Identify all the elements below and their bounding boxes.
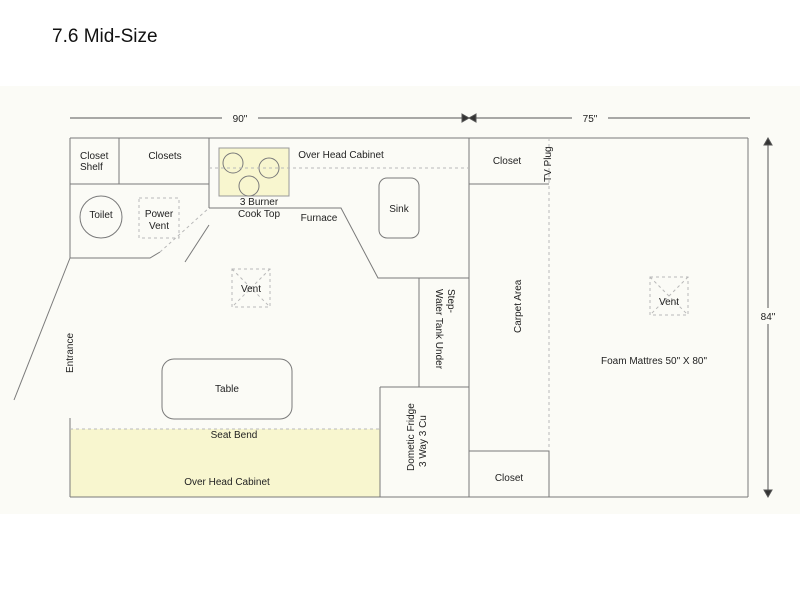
closet-bottom-label: Closet <box>495 473 524 484</box>
entrance-door <box>13 257 71 401</box>
dimension-rear-width: 75" <box>583 114 598 125</box>
cooktop-label: 3 Burner <box>240 197 279 208</box>
seat-bend-label: Seat Bend <box>211 430 258 441</box>
floorplan-diagram: 90" 75" 84" Closet Shelf Closets Over He… <box>13 112 780 499</box>
tv-plug-label: TV Plug <box>543 146 554 182</box>
step-label: Step- <box>445 289 456 313</box>
bath-door <box>184 224 210 263</box>
table-label: Table <box>215 384 239 395</box>
sink-label: Sink <box>389 204 409 215</box>
closet-shelf-label: Shelf <box>80 162 103 173</box>
vent-main-label: Vent <box>241 284 261 295</box>
furnace-label: Furnace <box>301 213 338 224</box>
arrow-icon <box>467 113 477 123</box>
vent-bed-label: Vent <box>659 297 679 308</box>
closets-label: Closets <box>148 151 181 162</box>
entrance-label: Entrance <box>65 333 76 373</box>
step-label: Water Tank Under <box>433 289 444 370</box>
fridge-label: Dometic Fridge <box>406 403 417 471</box>
closet-top-label: Closet <box>493 156 522 167</box>
arrow-icon <box>763 136 773 146</box>
power-vent-label: Vent <box>149 221 169 232</box>
power-vent-label: Power <box>145 209 174 220</box>
foam-mattress-label: Foam Mattres 50" X 80" <box>601 356 707 367</box>
closet-shelf-label: Closet <box>80 151 109 162</box>
arrow-icon <box>763 489 773 499</box>
cooktop-label: Cook Top <box>238 209 281 220</box>
dimension-length: 84" <box>761 312 776 323</box>
overhead-cabinet-top-label: Over Head Cabinet <box>298 150 384 161</box>
arrow-icon <box>461 113 471 123</box>
bathroom-wall <box>70 251 161 259</box>
dimension-front-width: 90" <box>233 114 248 125</box>
carpet-area-label: Carpet Area <box>513 279 524 333</box>
fridge-label: 3 Way 3 Cu <box>418 415 429 467</box>
toilet-label: Toilet <box>89 210 113 221</box>
overhead-cabinet-bottom-label: Over Head Cabinet <box>184 477 270 488</box>
